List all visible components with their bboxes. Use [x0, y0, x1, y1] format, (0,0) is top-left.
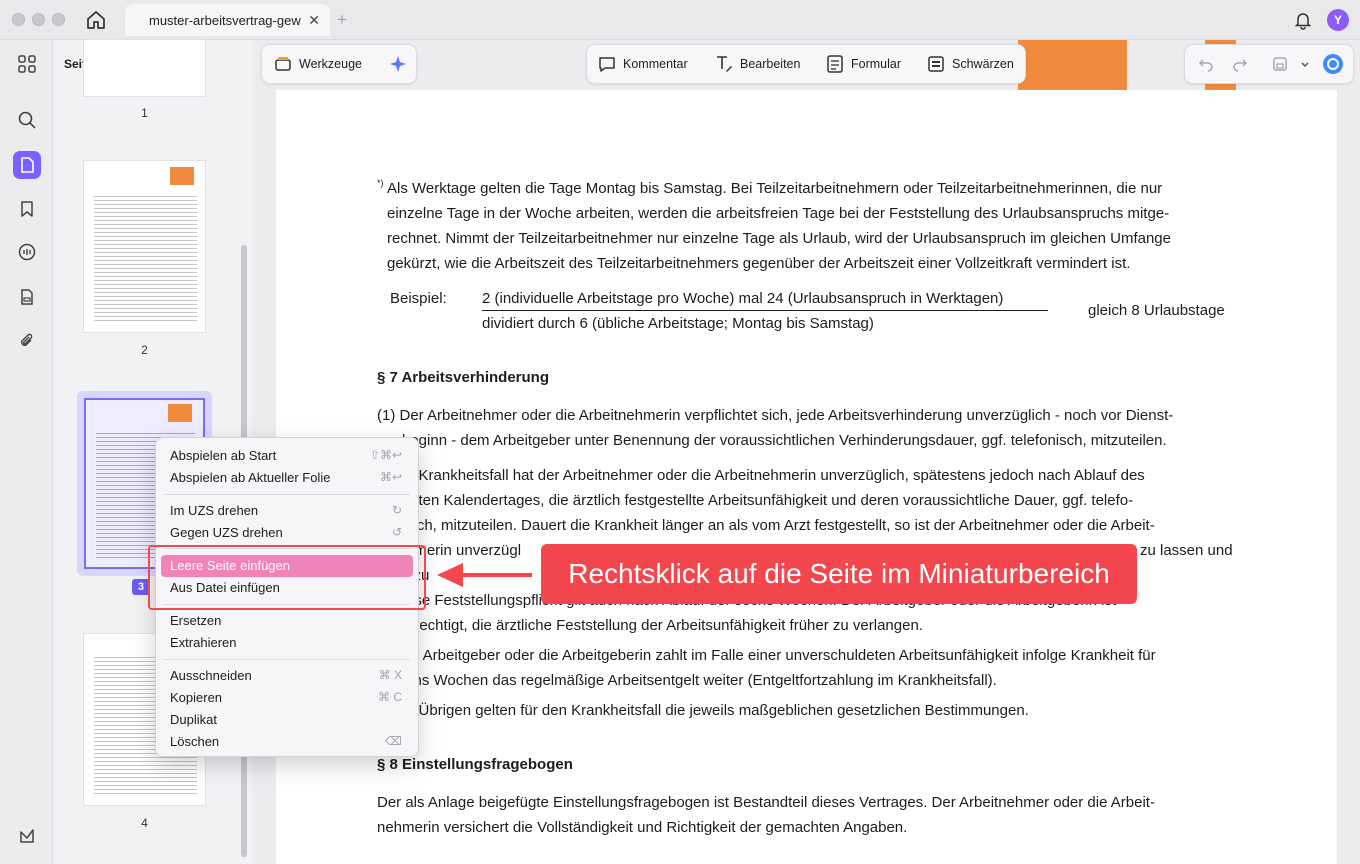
- edit-button[interactable]: Bearbeiten: [714, 45, 800, 83]
- undo-icon[interactable]: [1197, 45, 1215, 83]
- window-close-button[interactable]: [12, 13, 25, 26]
- paragraph-line: er Arbeitgeber oder die Arbeitgeberin za…: [406, 647, 1156, 664]
- redact-label: Schwärzen: [952, 57, 1014, 71]
- menu-item-rotate-cw[interactable]: Im UZS drehen: [170, 503, 258, 518]
- app-logo-icon[interactable]: [13, 822, 41, 850]
- paragraph-line: n Übrigen gelten für den Krankheitsfall …: [406, 702, 1029, 719]
- thumbnail-number: 2: [141, 343, 148, 357]
- page-thumbnails-icon[interactable]: [13, 151, 41, 179]
- comment-button[interactable]: Kommentar: [597, 45, 688, 83]
- tools-label: Werkzeuge: [299, 57, 362, 71]
- new-tab-button[interactable]: +: [337, 10, 347, 30]
- comments-icon[interactable]: [13, 238, 41, 266]
- home-icon[interactable]: [84, 8, 108, 32]
- tools-toolbar: Werkzeuge: [261, 44, 417, 84]
- tab-close-icon[interactable]: ✕: [308, 12, 320, 29]
- menu-item-delete[interactable]: Löschen: [170, 734, 219, 749]
- shortcut-hint: ⇧⌘↩: [369, 448, 402, 462]
- paragraph-line: nehmerin versichert die Vollständigkeit …: [377, 819, 908, 836]
- thumbnail-number: 1: [141, 106, 148, 120]
- redo-icon[interactable]: [1231, 45, 1249, 83]
- tab-title: muster-arbeitsvertrag-gew: [149, 12, 301, 28]
- callout-text: Rechtsklick auf die Seite im Miniaturber…: [568, 558, 1110, 589]
- menu-item-duplicate[interactable]: Duplikat: [170, 712, 217, 727]
- bookmark-icon[interactable]: [13, 195, 41, 223]
- form-label: Formular: [851, 57, 902, 71]
- redact-button[interactable]: Schwärzen: [926, 45, 1014, 83]
- shortcut-hint: ⌘↩: [379, 470, 402, 484]
- example-result: gleich 8 Urlaubstage: [1088, 302, 1225, 319]
- menu-item-extract[interactable]: Extrahieren: [170, 635, 236, 650]
- search-icon[interactable]: [13, 106, 41, 134]
- paragraph-line: erechtigt, die ärztliche Feststellung de…: [406, 617, 923, 634]
- title-bar: muster-arbeitsvertrag-gew ✕ + Y: [0, 0, 1360, 40]
- menu-item-rotate-ccw[interactable]: Gegen UZS drehen: [170, 525, 283, 540]
- comment-label: Kommentar: [623, 57, 688, 71]
- page-text-preview: [94, 193, 197, 324]
- paragraph-line: (1) Der Arbeitnehmer oder die Arbeitnehm…: [377, 407, 1174, 424]
- grid-icon[interactable]: [13, 50, 41, 78]
- edit-label: Bearbeiten: [740, 57, 801, 71]
- menu-item-copy[interactable]: Kopieren: [170, 690, 222, 705]
- paragraph-line: Als Werktage gelten die Tage Montag bis …: [387, 180, 1163, 197]
- annotation-callout: Rechtsklick auf die Seite im Miniaturber…: [541, 544, 1137, 604]
- thumbnail-page-2[interactable]: [84, 161, 205, 332]
- brand-logo-icon: [170, 167, 194, 185]
- paragraph-line: gekürzt, wie die Arbeitszeit des Teilzei…: [387, 255, 1131, 272]
- shortcut-hint: ⌘ X: [378, 668, 402, 682]
- user-avatar[interactable]: Y: [1327, 9, 1349, 31]
- thumbnail-page-1[interactable]: [84, 40, 205, 96]
- ai-assistant-icon[interactable]: [1321, 45, 1345, 83]
- section-heading: § 7 Arbeitsverhinderung: [377, 369, 549, 386]
- document-header-graphic: [1018, 40, 1127, 93]
- paragraph-line: n Krankheitsfall hat der Arbeitnehmer od…: [406, 467, 1145, 484]
- annotation-highlight-box: [148, 545, 426, 610]
- footnote-mark: *): [377, 178, 384, 188]
- paragraph-line: einzelne Tage in der Woche arbeiten, wer…: [387, 205, 1170, 222]
- rotate-cw-icon: ↻: [391, 503, 402, 517]
- example-denominator: dividiert durch 6 (übliche Arbeitstage; …: [482, 315, 874, 332]
- menu-item-cut[interactable]: Ausschneiden: [170, 668, 252, 683]
- paragraph-line: beginn - dem Arbeitgeber unter Benennung…: [402, 432, 1167, 449]
- tools-button[interactable]: Werkzeuge: [273, 45, 362, 83]
- menu-separator: [164, 659, 410, 660]
- paragraph-line: chs Wochen das regelmäßige Arbeitsentgel…: [406, 672, 997, 689]
- main-toolbar: Kommentar Bearbeiten Formular Schwärzen: [586, 44, 1026, 84]
- paragraph-line: rechnet. Nimmt der Teilzeitarbeitnehmer …: [387, 230, 1171, 247]
- brand-logo-icon: [168, 404, 192, 422]
- paragraph-line: zu lassen und: [1140, 542, 1233, 559]
- menu-item-play-from-start[interactable]: Abspielen ab Start: [170, 448, 276, 463]
- menu-item-replace[interactable]: Ersetzen: [170, 613, 221, 628]
- paragraph-line: isch, mitzuteilen. Dauert die Krankheit …: [406, 517, 1155, 534]
- paragraph-line: ritten Kalendertages, die ärztlich festg…: [406, 492, 1134, 509]
- delete-key-icon: ⌫: [385, 734, 402, 748]
- attachment-icon[interactable]: [13, 327, 41, 355]
- menu-item-play-from-current[interactable]: Abspielen ab Aktueller Folie: [170, 470, 330, 485]
- chevron-down-icon[interactable]: [1299, 45, 1311, 83]
- rotate-ccw-icon: ↺: [391, 525, 402, 539]
- menu-separator: [164, 494, 410, 495]
- left-icon-rail: [0, 40, 53, 864]
- thumbnail-number: 4: [141, 816, 148, 830]
- example-numerator: 2 (individuelle Arbeitstage pro Woche) m…: [482, 290, 1004, 307]
- bell-icon[interactable]: [1293, 10, 1313, 30]
- annotation-arrow-line: [460, 573, 532, 577]
- form-fields-icon[interactable]: [13, 283, 41, 311]
- save-icon[interactable]: [1271, 45, 1289, 83]
- window-zoom-button[interactable]: [52, 13, 65, 26]
- window-minimize-button[interactable]: [32, 13, 45, 26]
- ai-sparkle-icon[interactable]: [387, 45, 409, 83]
- paragraph-line: Der als Anlage beigefügte Einstellungsfr…: [377, 794, 1155, 811]
- history-toolbar: [1184, 44, 1354, 84]
- example-label: Beispiel:: [390, 290, 447, 307]
- document-tab[interactable]: muster-arbeitsvertrag-gew ✕: [125, 4, 330, 36]
- form-button[interactable]: Formular: [825, 45, 901, 83]
- shortcut-hint: ⌘ C: [378, 690, 402, 704]
